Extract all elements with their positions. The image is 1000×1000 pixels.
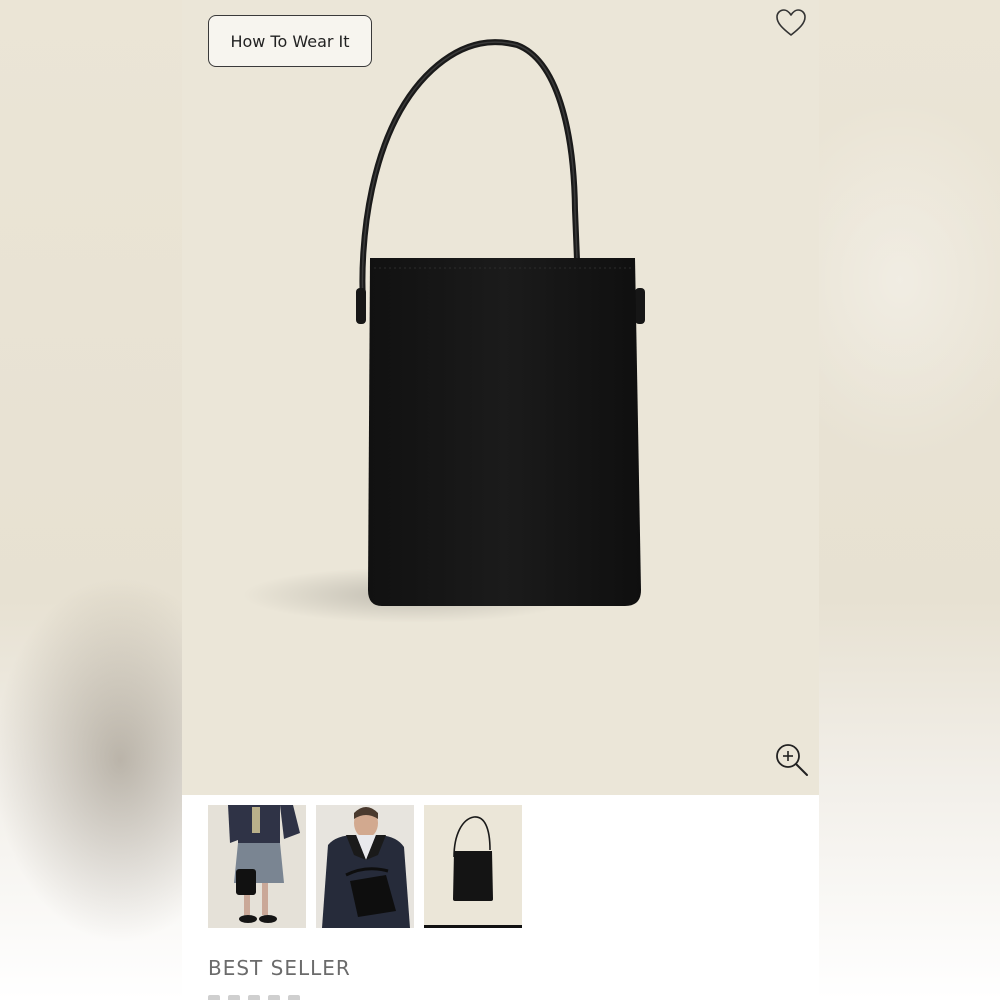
product-photo-bag — [424, 805, 522, 928]
favorite-button[interactable] — [774, 6, 808, 40]
best-seller-badge: BEST SELLER — [208, 956, 351, 980]
star-icon — [288, 995, 300, 1000]
how-to-wear-button[interactable]: How To Wear It — [208, 15, 372, 67]
star-icon — [248, 995, 260, 1000]
bucket-bag-photo — [182, 0, 819, 795]
thumbnail-product-bag[interactable] — [424, 805, 522, 928]
star-icon — [268, 995, 280, 1000]
thumbnail-outfit-jacket[interactable] — [316, 805, 414, 928]
star-icon — [228, 995, 240, 1000]
thumbnail-strip — [208, 805, 522, 930]
zoom-in-icon — [776, 744, 808, 776]
zoom-button[interactable] — [772, 740, 812, 780]
heart-outline-icon — [776, 9, 806, 36]
star-icon — [208, 995, 220, 1000]
outfit-photo-jacket — [316, 805, 414, 928]
rating-stars-partial — [208, 992, 348, 1000]
thumbnail-outfit-skirt[interactable] — [208, 805, 306, 928]
product-page: How To Wear It BEST SELLER — [182, 0, 819, 1000]
product-hero-image[interactable]: How To Wear It — [182, 0, 819, 795]
outfit-photo-skirt — [208, 805, 306, 928]
